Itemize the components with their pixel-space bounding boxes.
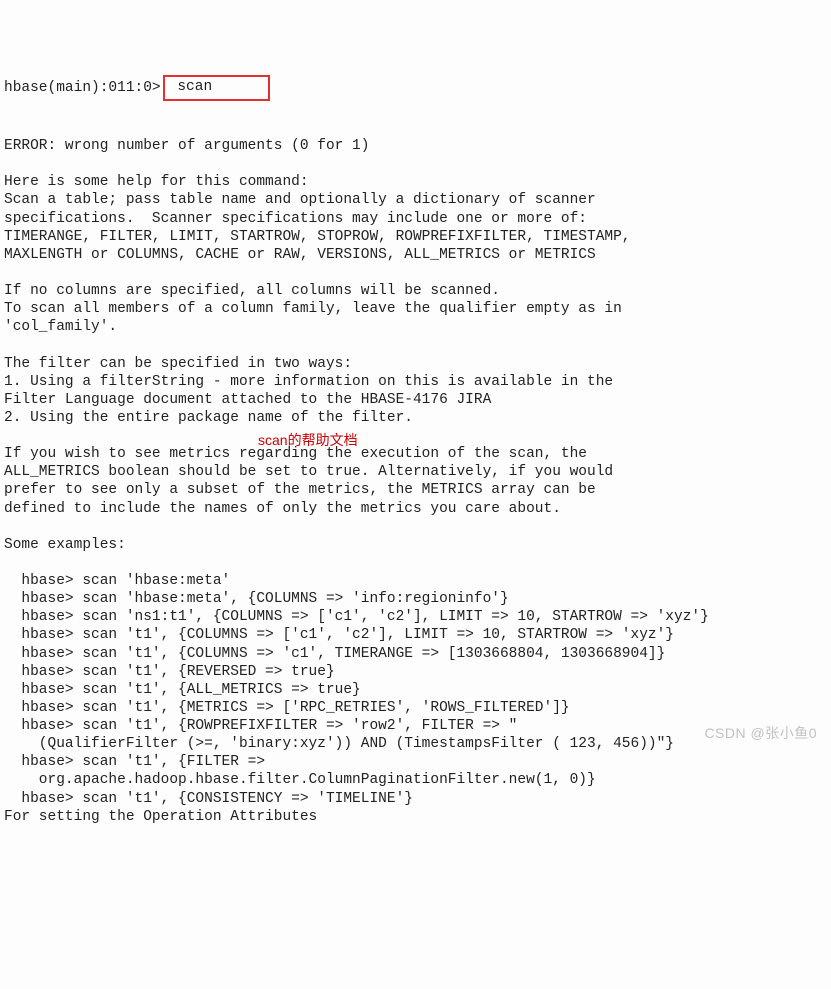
example-line: hbase> scan 't1', {COLUMNS => ['c1', 'c2… bbox=[4, 627, 674, 643]
help-line: For setting the Operation Attributes bbox=[4, 809, 317, 825]
example-line: hbase> scan 't1', {COLUMNS => 'c1', TIME… bbox=[4, 646, 665, 662]
help-line: prefer to see only a subset of the metri… bbox=[4, 482, 596, 498]
help-line: Filter Language document attached to the… bbox=[4, 392, 491, 408]
example-line: hbase> scan 't1', {CONSISTENCY => 'TIMEL… bbox=[4, 791, 413, 807]
example-line: hbase> scan 't1', {METRICS => ['RPC_RETR… bbox=[4, 700, 570, 716]
help-line: specifications. Scanner specifications m… bbox=[4, 211, 587, 227]
help-line: ALL_METRICS boolean should be set to tru… bbox=[4, 464, 613, 480]
scan-command-highlight: scan bbox=[163, 75, 271, 101]
error-line: ERROR: wrong number of arguments (0 for … bbox=[4, 138, 369, 154]
help-line: 'col_family'. bbox=[4, 319, 117, 335]
shell-prompt-line[interactable]: hbase(main):011:0> scan bbox=[4, 79, 827, 101]
help-line: If no columns are specified, all columns… bbox=[4, 283, 500, 299]
examples-label: Some examples: bbox=[4, 537, 126, 553]
example-line: hbase> scan 'hbase:meta' bbox=[4, 573, 230, 589]
example-line: hbase> scan 't1', {REVERSED => true} bbox=[4, 664, 335, 680]
example-line: org.apache.hadoop.hbase.filter.ColumnPag… bbox=[4, 772, 596, 788]
example-line: hbase> scan 't1', {ROWPREFIXFILTER => 'r… bbox=[4, 718, 517, 734]
annotation-label: scan的帮助文档 bbox=[258, 432, 358, 450]
help-line: The filter can be specified in two ways: bbox=[4, 356, 352, 372]
shell-prompt-prefix: hbase(main):011:0> bbox=[4, 79, 161, 97]
help-line: 2. Using the entire package name of the … bbox=[4, 410, 413, 426]
example-line: hbase> scan 'hbase:meta', {COLUMNS => 'i… bbox=[4, 591, 509, 607]
help-line: MAXLENGTH or COLUMNS, CACHE or RAW, VERS… bbox=[4, 247, 596, 263]
help-line: Scan a table; pass table name and option… bbox=[4, 192, 596, 208]
watermark: CSDN @张小鱼0 bbox=[704, 725, 817, 743]
help-line: To scan all members of a column family, … bbox=[4, 301, 622, 317]
help-intro: Here is some help for this command: bbox=[4, 174, 309, 190]
terminal-output: ERROR: wrong number of arguments (0 for … bbox=[4, 119, 827, 826]
help-line: defined to include the names of only the… bbox=[4, 501, 561, 517]
example-line: hbase> scan 'ns1:t1', {COLUMNS => ['c1',… bbox=[4, 609, 709, 625]
example-line: hbase> scan 't1', {ALL_METRICS => true} bbox=[4, 682, 361, 698]
example-line: hbase> scan 't1', {FILTER => bbox=[4, 754, 265, 770]
help-line: 1. Using a filterString - more informati… bbox=[4, 374, 613, 390]
help-line: TIMERANGE, FILTER, LIMIT, STARTROW, STOP… bbox=[4, 229, 631, 245]
